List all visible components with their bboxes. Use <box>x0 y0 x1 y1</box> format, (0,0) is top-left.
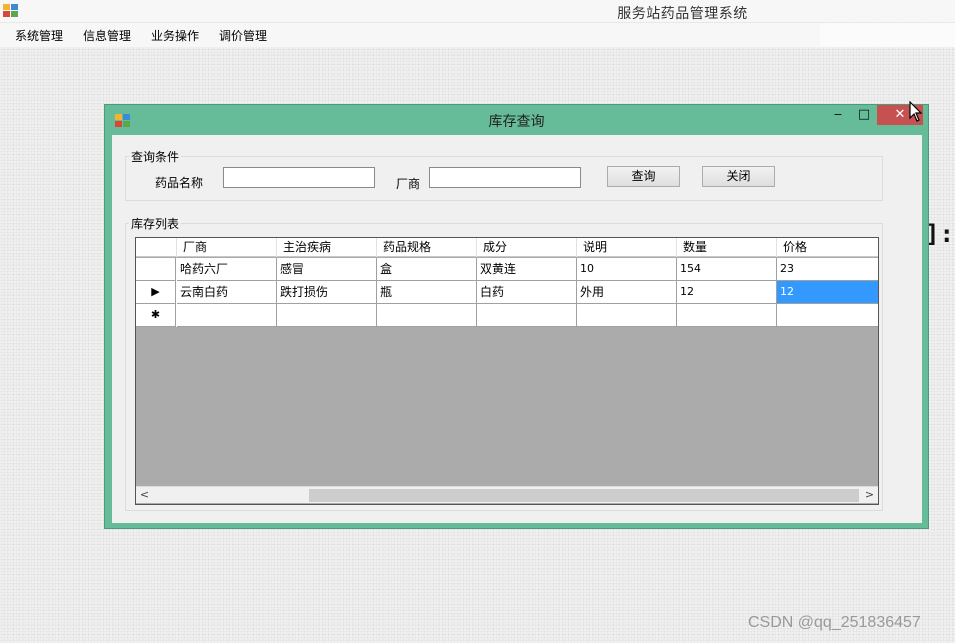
mouse-cursor-icon <box>909 101 923 122</box>
scroll-left-icon[interactable]: < <box>136 487 153 503</box>
main-titlebar: 服务站药品管理系统 <box>0 0 955 22</box>
menu-info[interactable]: 信息管理 <box>83 27 131 44</box>
table-cell[interactable]: 154 <box>677 258 777 281</box>
table-cell[interactable] <box>377 304 477 327</box>
table-cell[interactable] <box>577 304 677 327</box>
table-cell[interactable]: 10 <box>577 258 677 281</box>
column-header[interactable]: 药品规格 <box>377 238 477 257</box>
menubar: 系统管理 信息管理 业务操作 调价管理 <box>0 23 820 47</box>
drug-name-input[interactable] <box>223 167 375 188</box>
column-header[interactable]: 数量 <box>677 238 777 257</box>
dialog-titlebar[interactable]: 库存查询 ‒ □ ✕ <box>105 105 928 135</box>
table-cell[interactable]: 跌打损伤 <box>277 281 377 304</box>
table-cell[interactable]: 哈药六厂 <box>177 258 277 281</box>
table-row[interactable]: ▶ 云南白药 跌打损伤 瓶 白药 外用 12 12 <box>136 281 878 304</box>
table-cell[interactable] <box>777 304 878 327</box>
dialog-title: 库存查询 <box>488 114 545 130</box>
scroll-right-icon[interactable]: > <box>861 487 878 503</box>
table-cell[interactable]: 盒 <box>377 258 477 281</box>
query-conditions-legend: 查询条件 <box>129 148 182 165</box>
column-header[interactable]: 说明 <box>577 238 677 257</box>
table-cell[interactable]: 23 <box>777 258 878 281</box>
new-row[interactable]: ✱ <box>136 304 878 327</box>
table-cell[interactable]: 瓶 <box>377 281 477 304</box>
table-row[interactable]: 哈药六厂 感冒 盒 双黄连 10 154 23 <box>136 258 878 281</box>
app-title: 服务站药品管理系统 <box>617 6 748 22</box>
scroll-thumb[interactable] <box>309 489 859 502</box>
maximize-button[interactable]: □ <box>853 105 875 125</box>
horizontal-scrollbar[interactable]: < > <box>136 486 878 503</box>
inventory-query-window: 库存查询 ‒ □ ✕ 查询条件 药品名称 厂商 查询 关闭 库存列表 厂商 主治… <box>104 104 929 529</box>
table-cell[interactable]: 外用 <box>577 281 677 304</box>
minimize-button[interactable]: ‒ <box>827 105 849 125</box>
menu-business[interactable]: 业务操作 <box>151 27 199 44</box>
table-cell[interactable]: 12 <box>677 281 777 304</box>
selected-cell[interactable]: 12 <box>777 281 878 304</box>
menu-system[interactable]: 系统管理 <box>15 27 63 44</box>
table-cell[interactable]: 云南白药 <box>177 281 277 304</box>
menubar-extension <box>820 23 955 47</box>
column-header[interactable]: 成分 <box>477 238 577 257</box>
search-button[interactable]: 查询 <box>607 166 680 187</box>
inventory-grid[interactable]: 厂商 主治疾病 药品规格 成分 说明 数量 价格 哈药六厂 感冒 盒 双黄连 1… <box>135 237 879 505</box>
table-cell[interactable] <box>277 304 377 327</box>
watermark: CSDN @qq_251836457 <box>748 614 921 631</box>
column-header[interactable]: 厂商 <box>177 238 277 257</box>
close-button[interactable]: 关闭 <box>702 166 775 187</box>
grid-corner <box>136 238 177 257</box>
row-header[interactable] <box>136 258 176 281</box>
drug-name-label: 药品名称 <box>155 176 204 190</box>
table-cell[interactable]: 白药 <box>477 281 577 304</box>
table-cell[interactable]: 感冒 <box>277 258 377 281</box>
column-header[interactable]: 主治疾病 <box>277 238 377 257</box>
manufacturer-label: 厂商 <box>396 177 421 191</box>
inventory-list-legend: 库存列表 <box>129 215 182 232</box>
table-cell[interactable]: 双黄连 <box>477 258 577 281</box>
manufacturer-input[interactable] <box>429 167 581 188</box>
grid-header: 厂商 主治疾病 药品规格 成分 说明 数量 价格 <box>136 238 878 257</box>
new-row-indicator[interactable]: ✱ <box>136 304 176 327</box>
background-partial-text: ]:2 <box>925 220 955 248</box>
dialog-client-area: 查询条件 药品名称 厂商 查询 关闭 库存列表 厂商 主治疾病 药品规格 成分 … <box>112 135 922 523</box>
current-row-indicator[interactable]: ▶ <box>136 281 176 304</box>
column-header[interactable]: 价格 <box>777 238 878 257</box>
table-cell[interactable] <box>477 304 577 327</box>
table-cell[interactable] <box>677 304 777 327</box>
menu-price-adjust[interactable]: 调价管理 <box>219 27 267 44</box>
table-cell[interactable] <box>177 304 277 327</box>
